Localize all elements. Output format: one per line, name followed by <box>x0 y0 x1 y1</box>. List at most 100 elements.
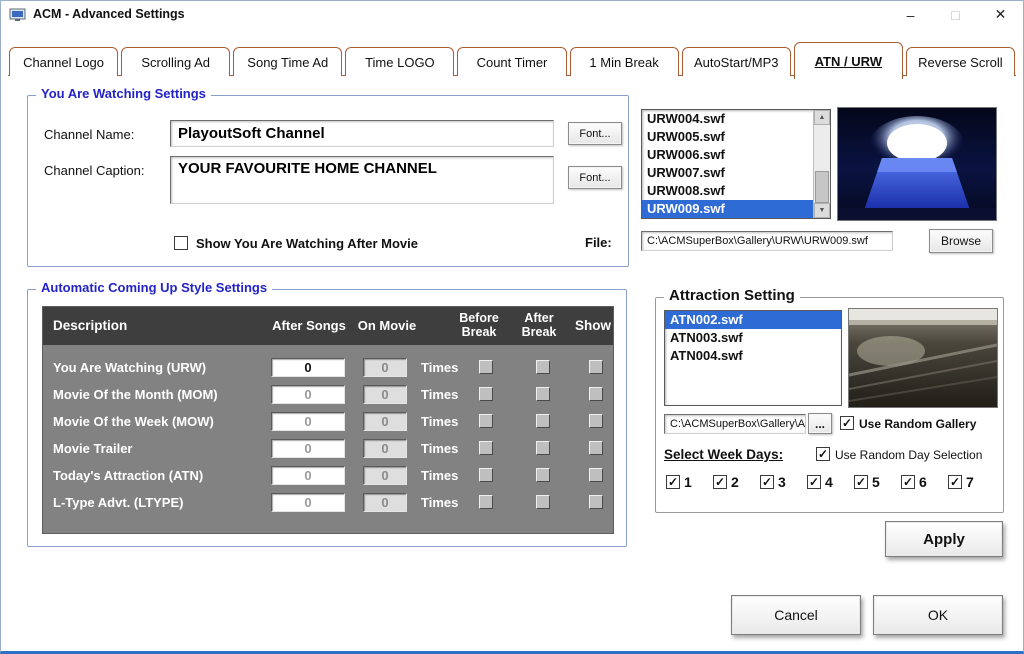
day-3-checkbox[interactable] <box>760 475 774 489</box>
tab-channel-logo[interactable]: Channel Logo <box>9 47 118 76</box>
title-bar: ACM - Advanced Settings – □ ✕ <box>1 1 1023 27</box>
window-controls: – □ ✕ <box>888 1 1023 28</box>
header-on-movie: On Movie <box>355 318 419 333</box>
ok-button[interactable]: OK <box>873 595 1003 635</box>
browse-button[interactable]: Browse <box>929 229 993 253</box>
channel-caption-input[interactable]: YOUR FAVOURITE HOME CHANNEL <box>170 156 554 204</box>
on-movie-input[interactable]: 0 <box>363 493 407 512</box>
tab-atn-urw[interactable]: ATN / URW <box>794 42 903 79</box>
after-songs-input[interactable]: 0 <box>271 385 345 404</box>
urw-file-listbox[interactable]: URW004.swf URW005.swf URW006.swf URW007.… <box>641 109 831 219</box>
show-checkbox[interactable] <box>589 360 603 374</box>
show-checkbox[interactable] <box>589 495 603 509</box>
row-label: L-Type Advt. (LTYPE) <box>53 495 183 510</box>
table-row: Movie Of the Week (MOW) 0 0 Times <box>43 409 613 436</box>
day-checkbox-item: 5 <box>854 474 880 490</box>
list-item[interactable]: URW007.swf <box>642 164 813 182</box>
list-item[interactable]: URW008.swf <box>642 182 813 200</box>
after-songs-input[interactable]: 0 <box>271 439 345 458</box>
tab-count-timer[interactable]: Count Timer <box>457 47 566 76</box>
day-label: 2 <box>731 474 739 490</box>
before-break-checkbox[interactable] <box>479 387 493 401</box>
before-break-checkbox[interactable] <box>479 360 493 374</box>
scroll-up-icon[interactable]: ▲ <box>814 110 830 125</box>
show-checkbox[interactable] <box>589 414 603 428</box>
day-checkbox-item: 1 <box>666 474 692 490</box>
times-label: Times <box>421 495 458 510</box>
apply-button[interactable]: Apply <box>885 521 1003 557</box>
times-label: Times <box>421 360 458 375</box>
list-item[interactable]: ATN003.swf <box>665 329 841 347</box>
tab-1-min-break[interactable]: 1 Min Break <box>570 47 679 76</box>
after-break-checkbox[interactable] <box>536 414 550 428</box>
list-item[interactable]: URW005.swf <box>642 128 813 146</box>
day-5-checkbox[interactable] <box>854 475 868 489</box>
day-4-checkbox[interactable] <box>807 475 821 489</box>
use-random-day-checkbox[interactable] <box>816 447 830 461</box>
after-break-checkbox[interactable] <box>536 468 550 482</box>
table-row: Today's Attraction (ATN) 0 0 Times <box>43 463 613 490</box>
coming-up-group: Automatic Coming Up Style Settings Descr… <box>27 289 627 547</box>
minimize-button[interactable]: – <box>888 1 933 28</box>
header-show: Show <box>571 318 615 333</box>
tab-reverse-scroll[interactable]: Reverse Scroll <box>906 47 1015 76</box>
scrollbar-track[interactable] <box>814 125 830 203</box>
header-description: Description <box>53 318 127 333</box>
atn-file-listbox[interactable]: ATN002.swf ATN003.swf ATN004.swf <box>664 310 842 406</box>
cancel-button[interactable]: Cancel <box>731 595 861 635</box>
day-label: 7 <box>966 474 974 490</box>
on-movie-input[interactable]: 0 <box>363 412 407 431</box>
channel-name-font-button[interactable]: Font... <box>568 122 622 145</box>
tab-autostart-mp3[interactable]: AutoStart/MP3 <box>682 47 791 76</box>
after-songs-input[interactable]: 0 <box>271 358 345 377</box>
after-break-checkbox[interactable] <box>536 495 550 509</box>
watching-group-title: You Are Watching Settings <box>36 86 211 101</box>
gallery-browse-button[interactable]: ... <box>808 413 832 434</box>
close-button[interactable]: ✕ <box>978 1 1023 28</box>
table-row: L-Type Advt. (LTYPE) 0 0 Times <box>43 490 613 517</box>
on-movie-input[interactable]: 0 <box>363 466 407 485</box>
file-label: File: <box>585 235 612 250</box>
after-break-checkbox[interactable] <box>536 441 550 455</box>
day-6-checkbox[interactable] <box>901 475 915 489</box>
after-songs-input[interactable]: 0 <box>271 466 345 485</box>
urw-list-scrollbar[interactable]: ▲ ▼ <box>813 110 830 218</box>
list-item-selected[interactable]: URW009.swf <box>642 200 813 218</box>
after-songs-input[interactable]: 0 <box>271 493 345 512</box>
list-item-selected[interactable]: ATN002.swf <box>665 311 841 329</box>
show-checkbox[interactable] <box>589 441 603 455</box>
before-break-checkbox[interactable] <box>479 468 493 482</box>
use-random-gallery-checkbox[interactable] <box>840 416 854 430</box>
after-songs-input[interactable]: 0 <box>271 412 345 431</box>
show-checkbox[interactable] <box>589 468 603 482</box>
show-checkbox[interactable] <box>589 387 603 401</box>
after-break-checkbox[interactable] <box>536 360 550 374</box>
day-1-checkbox[interactable] <box>666 475 680 489</box>
before-break-checkbox[interactable] <box>479 414 493 428</box>
scroll-down-icon[interactable]: ▼ <box>814 203 830 218</box>
day-2-checkbox[interactable] <box>713 475 727 489</box>
list-item[interactable]: URW004.swf <box>642 110 813 128</box>
tab-scrolling-ad[interactable]: Scrolling Ad <box>121 47 230 76</box>
day-7-checkbox[interactable] <box>948 475 962 489</box>
on-movie-input[interactable]: 0 <box>363 439 407 458</box>
file-path-input[interactable]: C:\ACMSuperBox\Gallery\URW\URW009.swf <box>641 231 893 251</box>
list-item[interactable]: ATN004.swf <box>665 347 841 365</box>
channel-caption-font-button[interactable]: Font... <box>568 166 622 189</box>
on-movie-input[interactable]: 0 <box>363 385 407 404</box>
after-break-checkbox[interactable] <box>536 387 550 401</box>
app-icon <box>9 7 26 22</box>
header-after-songs: After Songs <box>261 318 357 333</box>
tab-time-logo[interactable]: Time LOGO <box>345 47 454 76</box>
tab-song-time-ad[interactable]: Song Time Ad <box>233 47 342 76</box>
list-item[interactable]: URW006.swf <box>642 146 813 164</box>
on-movie-input[interactable]: 0 <box>363 358 407 377</box>
maximize-button: □ <box>933 1 978 28</box>
gallery-path-input[interactable]: C:\ACMSuperBox\Gallery\A <box>664 414 806 434</box>
before-break-checkbox[interactable] <box>479 495 493 509</box>
times-label: Times <box>421 414 458 429</box>
before-break-checkbox[interactable] <box>479 441 493 455</box>
show-after-movie-checkbox[interactable] <box>174 236 188 250</box>
scrollbar-thumb[interactable] <box>815 171 829 203</box>
channel-name-input[interactable]: PlayoutSoft Channel <box>170 120 554 147</box>
